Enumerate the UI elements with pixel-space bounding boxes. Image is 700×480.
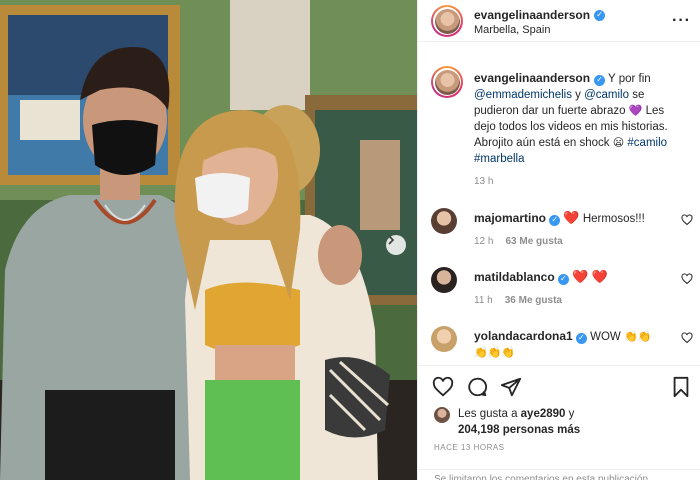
post-header: evangelinaanderson ✓ Marbella, Spain ··· [418, 0, 700, 42]
likes-summary: Les gusta a aye2890 y 204,198 personas m… [434, 406, 658, 438]
instagram-post: evangelinaanderson ✓ Marbella, Spain ···… [0, 0, 700, 480]
liker-avatar[interactable] [434, 407, 450, 423]
like-comment-heart-icon[interactable] [681, 214, 693, 226]
red-heart-emoji: ❤️ [563, 210, 580, 225]
comment-text: majomartino ✓ ❤️ Hermosos!!! [474, 210, 669, 227]
comment-avatar[interactable] [431, 326, 457, 352]
bookmark-save-icon[interactable] [670, 376, 692, 398]
comment-bubble-icon[interactable] [466, 376, 488, 398]
comment-likes[interactable]: 63 Me gusta [505, 236, 562, 247]
like-comment-heart-icon[interactable] [681, 273, 693, 285]
caption-time[interactable]: 13 h [474, 176, 493, 187]
verified-badge-icon: ✓ [549, 214, 561, 226]
author-username[interactable]: evangelinaanderson [474, 8, 590, 22]
comment-meta: 12 h 63 Me gusta [474, 236, 563, 247]
comment-text: yolandacardona1 ✓ WOW 👏👏 👏👏👏 [474, 328, 669, 361]
caption-username[interactable]: evangelinaanderson [474, 71, 590, 85]
mention-link[interactable]: @emmademichelis [474, 89, 572, 101]
comment-body: Hermosos!!! [582, 213, 645, 225]
like-comment-heart-icon[interactable] [681, 332, 693, 344]
shocked-face-emoji: 😦 [612, 137, 625, 149]
likes-middle: y [565, 408, 575, 420]
author-avatar[interactable] [431, 5, 463, 37]
comment-avatar[interactable] [431, 208, 457, 234]
likes-prefix: Les gusta a [458, 408, 521, 420]
verified-badge-icon: ✓ [594, 9, 606, 21]
comment-username[interactable]: matildablanco [474, 270, 555, 284]
comment-username[interactable]: yolandacardona1 [474, 329, 573, 343]
hashtag-link[interactable]: #marbella [474, 153, 525, 165]
hashtag-link[interactable]: #camilo [627, 137, 667, 149]
photo-illustration [0, 0, 417, 480]
liker-username[interactable]: aye2890 [521, 408, 566, 420]
post-actions: Les gusta a aye2890 y 204,198 personas m… [418, 365, 700, 480]
comment-likes[interactable]: 36 Me gusta [505, 295, 562, 306]
author-name-row: evangelinaanderson ✓ [474, 8, 606, 22]
verified-badge-icon: ✓ [557, 273, 569, 285]
share-send-icon[interactable] [500, 376, 522, 398]
comment-time[interactable]: 11 h [474, 295, 493, 306]
post-photo[interactable] [0, 0, 417, 480]
posted-time[interactable]: HACE 13 HORAS [434, 443, 505, 452]
caption-avatar[interactable] [431, 66, 463, 98]
caption-segment: Y por fin [605, 73, 651, 85]
comment-meta: 11 h 36 Me gusta [474, 295, 562, 306]
post-side-panel: evangelinaanderson ✓ Marbella, Spain ···… [417, 0, 700, 480]
caption-segment: y [571, 89, 585, 101]
mention-link[interactable]: @camilo [584, 89, 629, 101]
clapping-emoji: 👏👏👏 [474, 347, 516, 359]
comment-body: WOW [590, 331, 621, 343]
comment-text: matildablanco ✓ ❤️ ❤️ [474, 269, 669, 286]
comment-time[interactable]: 12 h [474, 236, 493, 247]
like-heart-icon[interactable] [432, 376, 454, 398]
likes-text: Les gusta a aye2890 y 204,198 personas m… [458, 406, 658, 438]
comment-avatar[interactable] [431, 267, 457, 293]
comments-limited-notice: Se limitaron los comentarios en esta pub… [418, 469, 700, 480]
chevron-right-icon [388, 235, 395, 245]
verified-badge-icon: ✓ [594, 74, 606, 86]
post-location[interactable]: Marbella, Spain [474, 24, 550, 36]
verified-badge-icon: ✓ [575, 332, 587, 344]
purple-heart-emoji: 💜 [628, 105, 643, 117]
comment-username[interactable]: majomartino [474, 211, 546, 225]
next-image-button[interactable] [386, 235, 406, 255]
caption-text: evangelinaanderson ✓ Y por fin @emmademic… [474, 70, 689, 167]
red-heart-emoji: ❤️ ❤️ [572, 269, 609, 284]
likes-count-link[interactable]: 204,198 personas más [458, 424, 580, 436]
clapping-emoji: 👏👏 [623, 331, 652, 343]
more-options-icon[interactable]: ··· [672, 12, 691, 30]
